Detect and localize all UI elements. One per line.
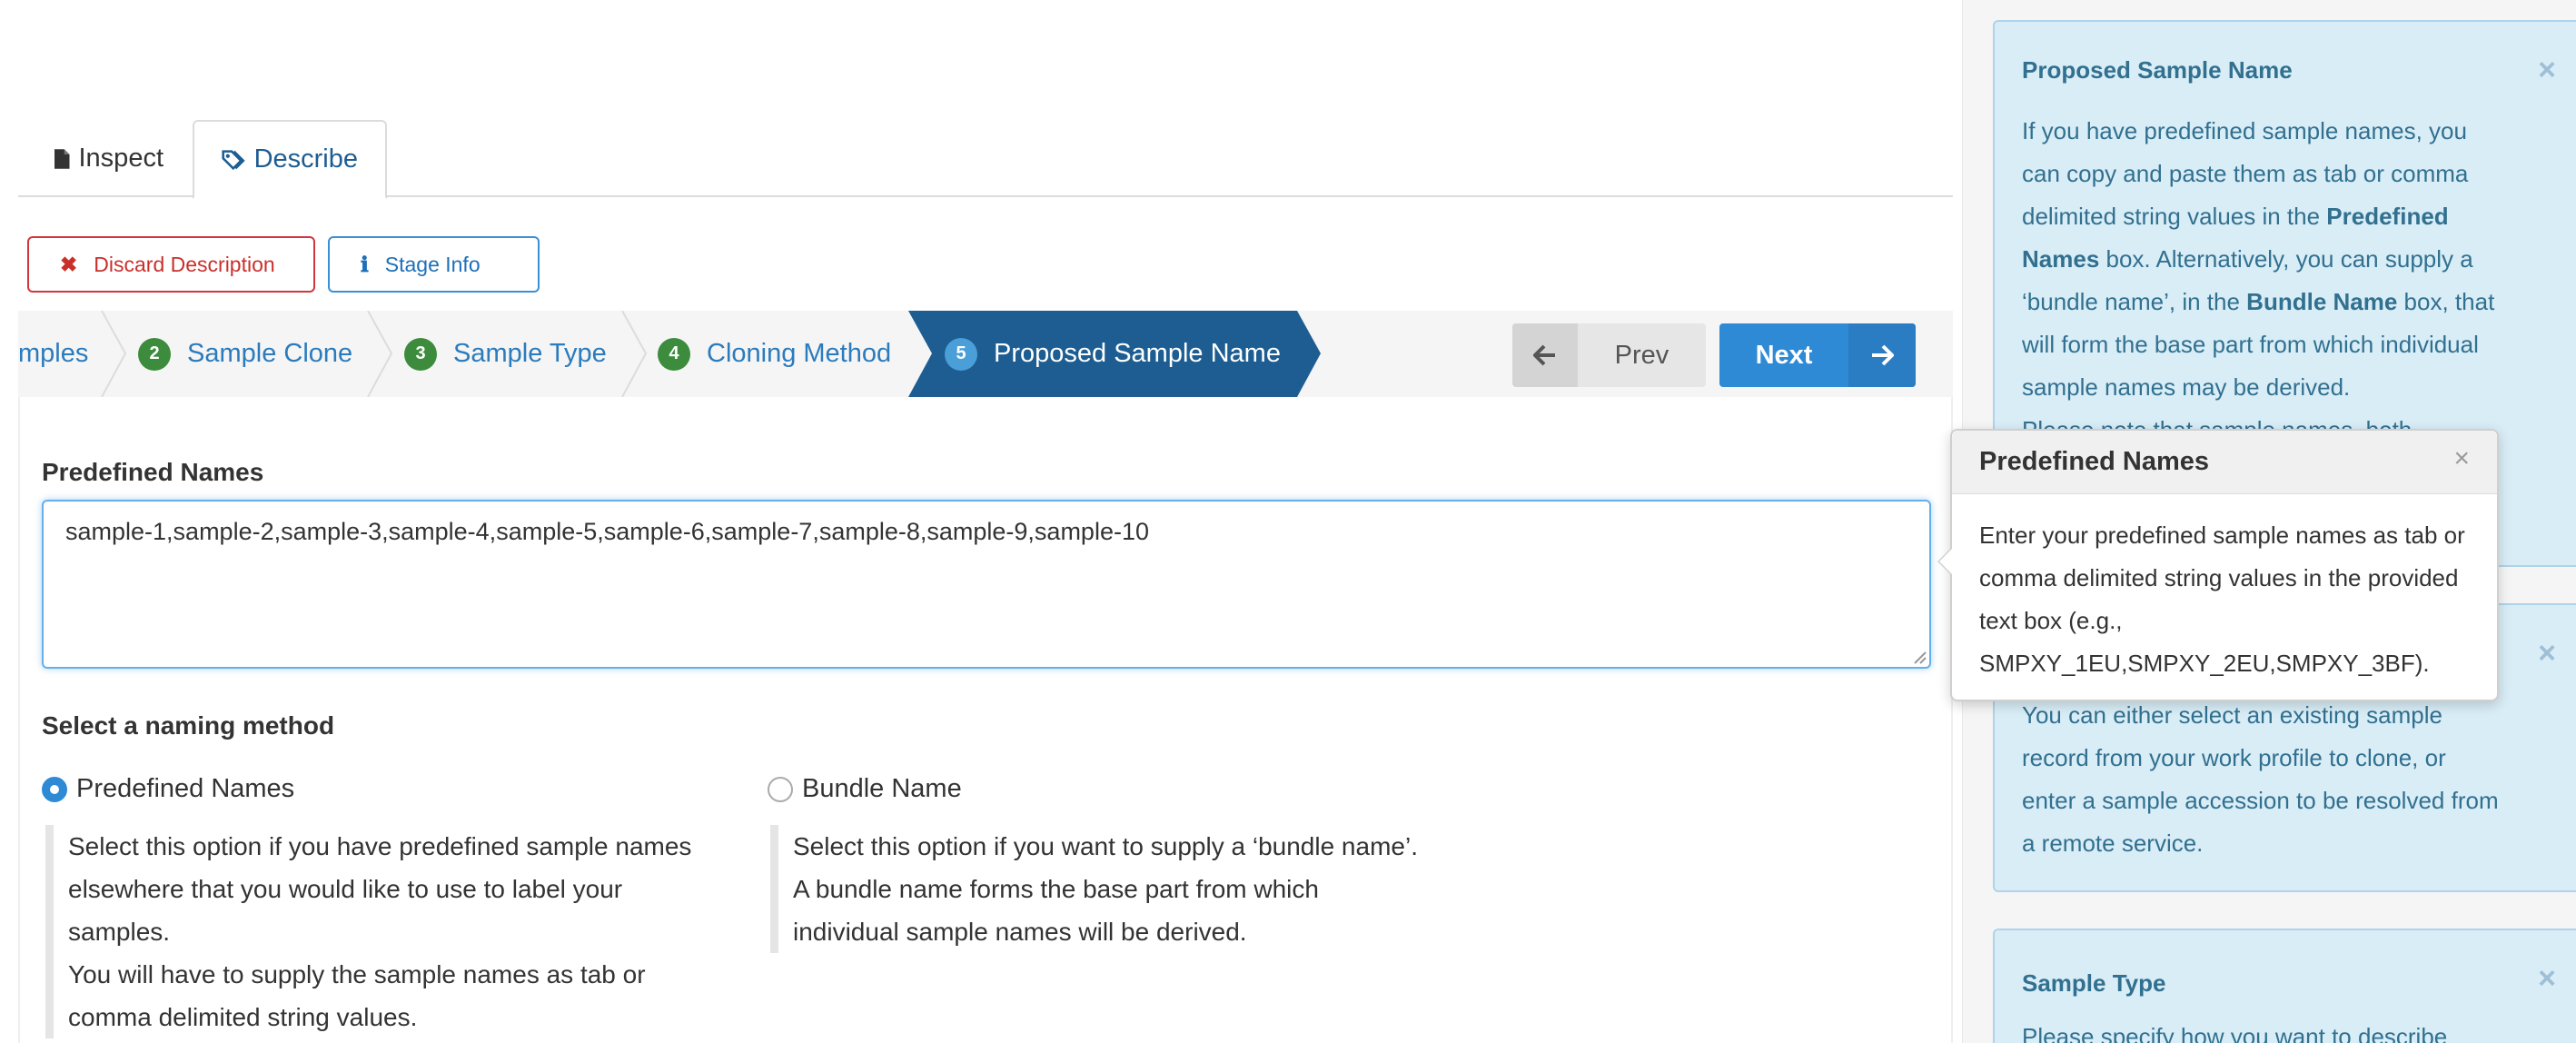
- predefined-names-label: Predefined Names: [42, 458, 264, 486]
- next-label: Next: [1755, 340, 1813, 370]
- description-line: Select this option if you have predefine…: [68, 832, 692, 860]
- popover-text-line: comma delimited string values in the pro…: [1979, 564, 2459, 591]
- prev-button[interactable]: Prev: [1512, 323, 1706, 387]
- step-number-badge: 4: [658, 337, 690, 371]
- description-line: elsewhere that you would like to use to …: [68, 875, 623, 903]
- description-line: Select this option if you want to supply…: [793, 832, 1418, 860]
- stage-info-label: Stage Info: [384, 252, 481, 276]
- arrow-right-icon: [1848, 323, 1916, 387]
- file-icon: [54, 148, 70, 169]
- description-line: comma delimited string values.: [68, 1003, 418, 1031]
- radio-predefined-names[interactable]: Predefined Names: [42, 774, 294, 804]
- help-text-line: If you have predefined sample names, you: [2022, 117, 2467, 144]
- help-text-line: will form the base part from which indiv…: [2022, 331, 2479, 358]
- naming-method-label: Select a naming method: [42, 711, 335, 740]
- help-text-bold: Names: [2022, 245, 2100, 273]
- predefined-names-popover: Predefined Names × Enter your predefined…: [1937, 429, 2499, 701]
- stage-info-button[interactable]: ℹ Stage Info: [328, 236, 540, 293]
- help-text-line: sample names may be derived.: [2022, 373, 2351, 401]
- help-text-line: Names box. Alternatively, you can supply…: [2022, 238, 2554, 281]
- help-text-fragment: box, that: [2397, 288, 2495, 315]
- help-text-line: a remote service.: [2022, 829, 2204, 857]
- tab-inspect[interactable]: Inspect: [27, 120, 191, 197]
- radio-button[interactable]: [768, 776, 793, 802]
- help-text-line: can copy and paste them as tab or comma: [2022, 160, 2469, 187]
- description-line: samples.: [68, 918, 171, 946]
- wizard-step-5-label: Proposed Sample Name: [994, 339, 1281, 368]
- help-card-sample-type: Sample Type × Please specify how you wan…: [1993, 929, 2576, 1043]
- help-card-title: Proposed Sample Name: [2022, 56, 2293, 84]
- radio-button-selected[interactable]: [42, 776, 67, 802]
- close-icon[interactable]: ×: [2538, 958, 2556, 1000]
- resize-handle-icon[interactable]: [1911, 649, 1927, 665]
- wizard-step-2[interactable]: 2 Sample Clone: [138, 311, 352, 397]
- help-text-line: Please specify how you want to describe: [2022, 1023, 2448, 1043]
- help-text-fragment: delimited string values in the: [2022, 203, 2327, 230]
- popover-arrow: [1937, 547, 1952, 576]
- help-text-bold: Predefined: [2326, 203, 2449, 230]
- main-panel: Inspect Describe ✖ Discard Description ℹ…: [0, 0, 1962, 1043]
- predefined-names-textarea[interactable]: sample-1,sample-2,sample-3,sample-4,samp…: [42, 500, 1931, 669]
- wizard-step-3[interactable]: 3 Sample Type: [404, 311, 607, 397]
- close-icon[interactable]: ×: [2538, 632, 2556, 675]
- prev-label: Prev: [1614, 340, 1669, 370]
- popover-title: Predefined Names: [1952, 431, 2497, 494]
- description-line: You will have to supply the sample names…: [68, 960, 646, 988]
- help-text-fragment: box. Alternatively, you can supply a: [2099, 245, 2473, 273]
- close-icon: ✖: [60, 252, 78, 276]
- arrow-left-icon: [1512, 323, 1578, 387]
- close-icon[interactable]: ×: [2453, 443, 2470, 474]
- info-icon: ℹ: [361, 252, 369, 276]
- popover-text-line: SMPXY_1EU,SMPXY_2EU,SMPXY_3BF).: [1979, 650, 2430, 677]
- wizard-steps: mples 2 Sample Clone 3 Sample Type 4 Clo…: [18, 311, 1953, 397]
- step-number-badge: 3: [404, 337, 437, 371]
- help-text-bold: Bundle Name: [2246, 288, 2398, 315]
- next-button[interactable]: Next: [1719, 323, 1916, 387]
- help-text-line: enter a sample accession to be resolved …: [2022, 787, 2499, 814]
- tags-icon: [222, 149, 245, 170]
- help-text-line: record from your work profile to clone, …: [2022, 744, 2446, 771]
- wizard-step-4[interactable]: 4 Cloning Method: [658, 311, 891, 397]
- discard-description-button[interactable]: ✖ Discard Description: [27, 236, 315, 293]
- description-line: A bundle name forms the base part from w…: [793, 875, 1319, 903]
- help-card-body: You can either select an existing sample…: [2022, 694, 2554, 865]
- tab-inspect-label: Inspect: [78, 144, 164, 173]
- discard-label: Discard Description: [94, 252, 275, 276]
- wizard-step-2-label: Sample Clone: [187, 339, 353, 368]
- step-number-badge: 5: [945, 337, 977, 371]
- popover-text-line: Enter your predefined sample names as ta…: [1979, 522, 2465, 549]
- wizard-step-1-label: mples: [18, 339, 89, 368]
- help-text-line: delimited string values in the Predefine…: [2022, 195, 2554, 238]
- radio-bundle-label: Bundle Name: [802, 774, 962, 803]
- step-number-badge: 2: [138, 337, 171, 371]
- popover-body: Enter your predefined sample names as ta…: [1952, 494, 2497, 705]
- wizard-step-4-label: Cloning Method: [707, 339, 892, 368]
- wizard-step-5[interactable]: 5 Proposed Sample Name: [945, 311, 1281, 397]
- predefined-names-value: sample-1,sample-2,sample-3,sample-4,samp…: [65, 518, 1149, 545]
- popover-text-line: text box (e.g.,: [1979, 607, 2123, 634]
- bundle-option-description: Select this option if you want to supply…: [770, 825, 1461, 953]
- tab-describe-label: Describe: [253, 144, 358, 174]
- help-card-body: If you have predefined sample names, you…: [2022, 110, 2554, 452]
- help-card-title: Sample Type: [2022, 969, 2166, 997]
- help-text-line: ‘bundle name’, in the Bundle Name box, t…: [2022, 281, 2554, 323]
- wizard-step-1[interactable]: mples: [18, 311, 88, 397]
- predefined-option-description: Select this option if you have predefine…: [45, 825, 736, 1038]
- close-icon[interactable]: ×: [2538, 49, 2556, 92]
- tab-describe[interactable]: Describe: [193, 120, 387, 199]
- radio-predefined-label: Predefined Names: [76, 774, 295, 803]
- wizard-step-3-label: Sample Type: [453, 339, 607, 368]
- tab-bar: Inspect Describe: [18, 120, 1953, 199]
- radio-bundle-name[interactable]: Bundle Name: [768, 774, 962, 804]
- description-line: individual sample names will be derived.: [793, 918, 1247, 946]
- help-text-fragment: ‘bundle name’, in the: [2022, 288, 2247, 315]
